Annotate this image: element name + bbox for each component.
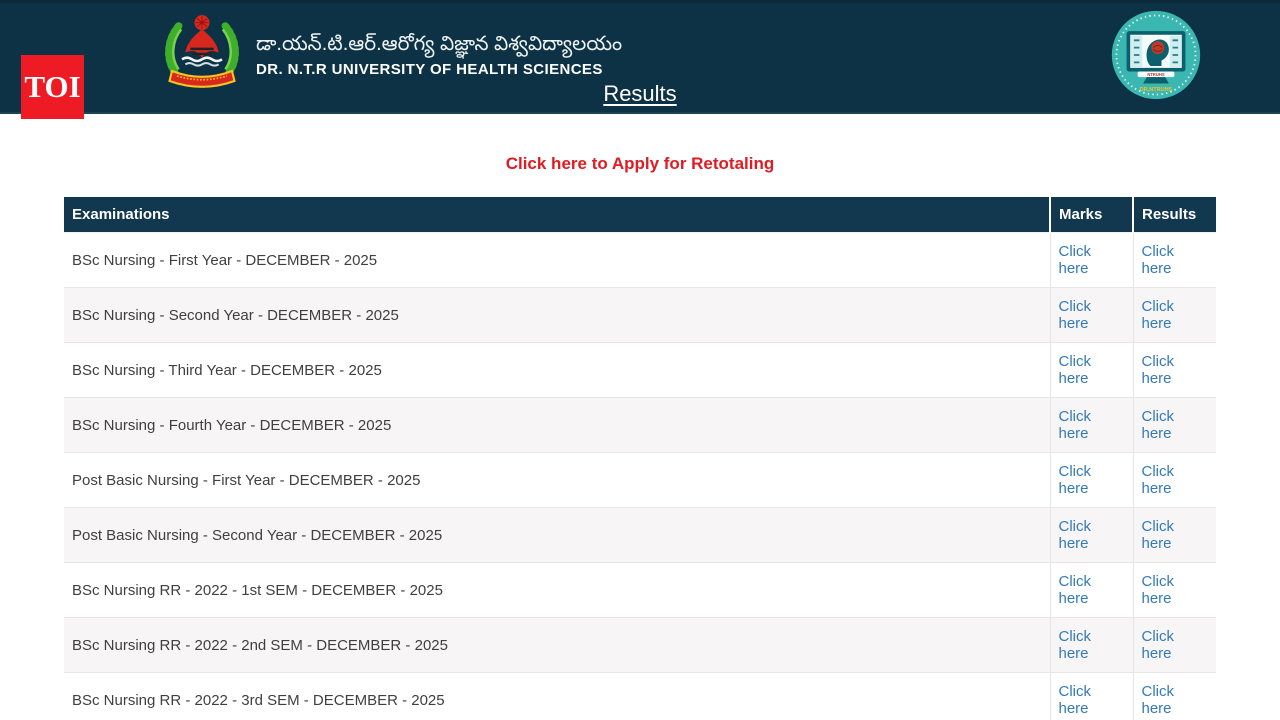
university-name-telugu: డా.యన్.టి.ఆర్.ఆరోగ్య విజ్ఞాన విశ్వవిద్యా… [256,31,622,57]
exam-name-cell: BSc Nursing RR - 2022 - 3rd SEM - DECEMB… [64,673,1050,720]
marks-click-here-link[interactable]: Click here [1059,353,1092,387]
results-click-here-link[interactable]: Click here [1142,243,1175,277]
exam-row: BSc Nursing - Fourth Year - DECEMBER - 2… [64,398,1216,453]
toi-watermark: TOI [21,55,84,119]
exam-name-cell: BSc Nursing - Third Year - DECEMBER - 20… [64,343,1050,398]
exam-name-cell: Post Basic Nursing - First Year - DECEMB… [64,453,1050,508]
marks-click-here-link[interactable]: Click here [1059,298,1092,332]
results-cell: Click here [1133,563,1216,618]
marks-cell: Click here [1050,343,1133,398]
results-heading-wrap: Results [0,81,1280,107]
results-click-here-link[interactable]: Click here [1142,463,1175,497]
exam-row: Post Basic Nursing - Second Year - DECEM… [64,508,1216,563]
exam-name-cell: Post Basic Nursing - Second Year - DECEM… [64,508,1050,563]
university-name-english: DR. N.T.R UNIVERSITY OF HEALTH SCIENCES [256,61,622,78]
results-cell: Click here [1133,343,1216,398]
exam-row: BSc Nursing - Third Year - DECEMBER - 20… [64,343,1216,398]
retotaling-row: Click here to Apply for Retotaling [0,154,1280,174]
exam-row: Post Basic Nursing - First Year - DECEMB… [64,453,1216,508]
exam-name-cell: BSc Nursing - First Year - DECEMBER - 20… [64,233,1050,288]
marks-cell: Click here [1050,618,1133,673]
exam-row: BSc Nursing RR - 2022 - 2nd SEM - DECEMB… [64,618,1216,673]
exam-row: BSc Nursing - First Year - DECEMBER - 20… [64,233,1216,288]
results-heading-link[interactable]: Results [603,81,676,106]
marks-click-here-link[interactable]: Click here [1059,573,1092,607]
results-table-header-row: Examinations Marks Results [64,197,1216,233]
exam-name-cell: BSc Nursing - Fourth Year - DECEMBER - 2… [64,398,1050,453]
marks-cell: Click here [1050,563,1133,618]
results-cell: Click here [1133,233,1216,288]
results-click-here-link[interactable]: Click here [1142,353,1175,387]
results-table: Examinations Marks Results BSc Nursing -… [64,197,1216,720]
marks-click-here-link[interactable]: Click here [1059,628,1092,662]
results-cell: Click here [1133,453,1216,508]
results-table-body: BSc Nursing - First Year - DECEMBER - 20… [64,233,1216,720]
results-click-here-link[interactable]: Click here [1142,573,1175,607]
svg-text:NTRUHS: NTRUHS [1147,72,1164,77]
results-cell: Click here [1133,673,1216,720]
results-click-here-link[interactable]: Click here [1142,408,1175,442]
exam-name-cell: BSc Nursing - Second Year - DECEMBER - 2… [64,288,1050,343]
results-cell: Click here [1133,398,1216,453]
results-click-here-link[interactable]: Click here [1142,518,1175,552]
column-header-marks: Marks [1050,197,1133,233]
university-crest-icon [160,11,244,91]
university-name-block: డా.యన్.టి.ఆర్.ఆరోగ్య విజ్ఞాన విశ్వవిద్యా… [256,31,622,78]
results-click-here-link[interactable]: Click here [1142,298,1175,332]
header-banner: డా.యన్.టి.ఆర్.ఆరోగ్య విజ్ఞాన విశ్వవిద్యా… [0,0,1280,114]
results-cell: Click here [1133,508,1216,563]
column-header-results: Results [1133,197,1216,233]
marks-click-here-link[interactable]: Click here [1059,683,1092,717]
results-click-here-link[interactable]: Click here [1142,683,1175,717]
marks-click-here-link[interactable]: Click here [1059,243,1092,277]
marks-click-here-link[interactable]: Click here [1059,408,1092,442]
marks-click-here-link[interactable]: Click here [1059,463,1092,497]
marks-cell: Click here [1050,398,1133,453]
results-cell: Click here [1133,618,1216,673]
exam-row: BSc Nursing RR - 2022 - 1st SEM - DECEMB… [64,563,1216,618]
column-header-examinations: Examinations [64,197,1050,233]
exam-row: BSc Nursing - Second Year - DECEMBER - 2… [64,288,1216,343]
results-click-here-link[interactable]: Click here [1142,628,1175,662]
exam-name-cell: BSc Nursing RR - 2022 - 1st SEM - DECEMB… [64,563,1050,618]
results-table-container: Examinations Marks Results BSc Nursing -… [64,197,1216,720]
retotaling-link[interactable]: Click here to Apply for Retotaling [506,154,775,173]
marks-cell: Click here [1050,288,1133,343]
marks-cell: Click here [1050,508,1133,563]
toi-watermark-label: TOI [24,69,80,105]
exam-row: BSc Nursing RR - 2022 - 3rd SEM - DECEMB… [64,673,1216,720]
marks-cell: Click here [1050,673,1133,720]
exam-name-cell: BSc Nursing RR - 2022 - 2nd SEM - DECEMB… [64,618,1050,673]
results-cell: Click here [1133,288,1216,343]
marks-click-here-link[interactable]: Click here [1059,518,1092,552]
marks-cell: Click here [1050,453,1133,508]
marks-cell: Click here [1050,233,1133,288]
